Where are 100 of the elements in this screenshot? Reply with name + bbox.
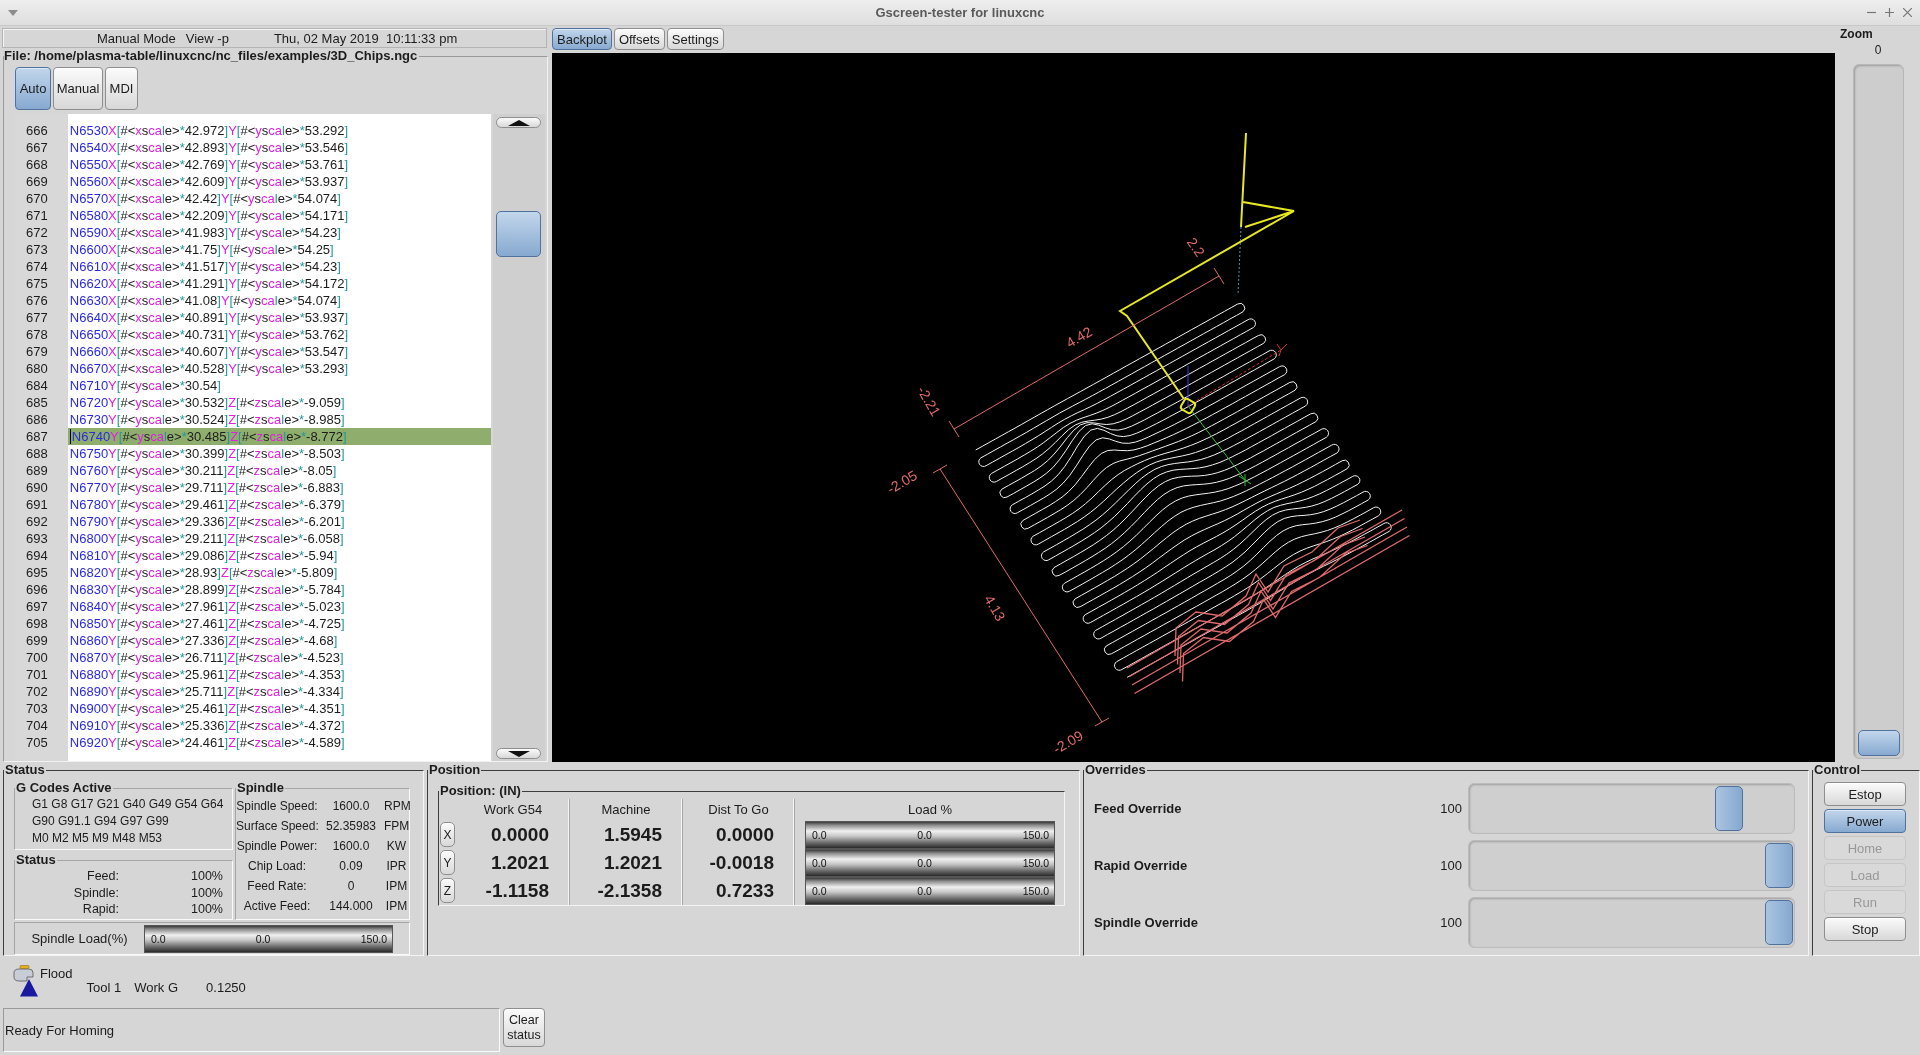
bar-max-label: 150.0	[1022, 857, 1049, 869]
clear-status-button[interactable]: Clear status	[503, 1008, 545, 1047]
code-line[interactable]: N6900Y[#<yscale>*25.461]Z[#<zscale>*-4.351]	[67, 700, 492, 717]
view-tab[interactable]: Backplot	[552, 28, 612, 50]
override-label: Spindle Override	[1093, 915, 1200, 930]
code-line[interactable]: N6550X[#<xscale>*42.769]Y[#<yscale>*53.761]	[67, 156, 492, 173]
dropdown-arrow-icon[interactable]	[8, 9, 18, 16]
code-line[interactable]: N6790Y[#<yscale>*29.336]Z[#<zscale>*-6.201]	[67, 513, 492, 530]
code-line[interactable]: N6770Y[#<yscale>*29.711]Z[#<zscale>*-6.883]	[67, 479, 492, 496]
line-number: 701	[26, 667, 48, 682]
status-label: Spindle:	[72, 884, 119, 901]
axis-button[interactable]: Z	[440, 878, 455, 903]
code-line[interactable]: N6650X[#<xscale>*40.731]Y[#<yscale>*53.762]	[67, 326, 492, 343]
spindle-label: Spindle Speed:	[236, 799, 318, 813]
file-path-label: File: /home/plasma-table/linuxcnc/nc_files/examples/3D_Chips.ngc	[4, 48, 418, 63]
code-line[interactable]: N6530X[#<xscale>*42.972]Y[#<yscale>*53.292]	[67, 122, 492, 139]
spindle-value: 1600.0	[331, 799, 371, 813]
zoom-slider-track[interactable]	[1852, 64, 1904, 759]
code-line[interactable]: N6580X[#<xscale>*42.209]Y[#<yscale>*54.171]	[67, 207, 492, 224]
mode-button[interactable]: MDI	[105, 67, 138, 110]
code-line[interactable]: N6630X[#<xscale>*41.08]Y[#<yscale>*54.074]	[67, 292, 492, 309]
dimension-label: -2.09	[1050, 727, 1086, 757]
code-line[interactable]: N6640X[#<xscale>*40.891]Y[#<yscale>*53.937]	[67, 309, 492, 326]
override-value: 100	[1439, 915, 1462, 930]
maximize-icon[interactable]	[1885, 8, 1894, 17]
spindle-load-label: Spindle Load(%)	[30, 931, 129, 946]
code-line[interactable]: N6780Y[#<yscale>*29.461]Z[#<zscale>*-6.379]	[67, 496, 492, 513]
code-line[interactable]: N6730Y[#<yscale>*30.524]Z[#<zscale>*-8.985]	[67, 411, 492, 428]
line-number: 696	[26, 582, 48, 597]
tool-label: Tool 1	[86, 980, 122, 995]
code-line[interactable]: N6670X[#<xscale>*40.528]Y[#<yscale>*53.293]	[67, 360, 492, 377]
override-slider-track[interactable]	[1468, 840, 1795, 891]
mode-button[interactable]: Auto	[15, 67, 51, 110]
view-tab[interactable]: Offsets	[613, 28, 665, 50]
code-line[interactable]: N6800Y[#<yscale>*29.211]Z[#<zscale>*-6.058]	[67, 530, 492, 547]
line-number: 705	[26, 735, 48, 750]
bar-value-label: 0.0	[917, 885, 932, 897]
dimension-label: -2.05	[884, 467, 920, 497]
code-line[interactable]: N6610X[#<xscale>*41.517]Y[#<yscale>*54.23]	[67, 258, 492, 275]
line-number: 677	[26, 310, 48, 325]
code-line[interactable]: N6600X[#<xscale>*41.75]Y[#<yscale>*54.25]	[67, 241, 492, 258]
code-line[interactable]: N6910Y[#<yscale>*25.336]Z[#<zscale>*-4.372]	[67, 717, 492, 734]
line-number: 686	[26, 412, 48, 427]
line-number: 699	[26, 633, 48, 648]
code-line[interactable]: N6870Y[#<yscale>*26.711]Z[#<zscale>*-4.523]	[67, 649, 492, 666]
status-value: 100%	[190, 884, 223, 901]
scrollbar-thumb[interactable]	[496, 211, 542, 257]
override-slider-track[interactable]	[1468, 897, 1795, 948]
override-slider-thumb[interactable]	[1714, 786, 1743, 831]
scrollbar[interactable]	[493, 114, 545, 761]
spindle-label: Active Feed:	[242, 899, 312, 913]
code-line[interactable]: N6750Y[#<yscale>*30.399]Z[#<zscale>*-8.503]	[67, 445, 492, 462]
code-line[interactable]: N6570X[#<xscale>*42.42]Y[#<yscale>*54.074]	[67, 190, 492, 207]
scroll-down-button[interactable]	[496, 748, 542, 759]
dimension-label: 2.2	[1183, 234, 1209, 260]
bar-max-label: 150.0	[1022, 829, 1049, 841]
override-slider-thumb[interactable]	[1765, 900, 1793, 945]
control-button[interactable]: Power	[1824, 809, 1906, 833]
line-number: 668	[26, 157, 48, 172]
code-line[interactable]: N6860Y[#<yscale>*27.336]Z[#<zscale>*-4.68]	[67, 632, 492, 649]
distance-to-go-value: -0.0018	[709, 852, 774, 873]
code-line[interactable]: N6760Y[#<yscale>*30.211]Z[#<zscale>*-8.05]	[67, 462, 492, 479]
line-number: 670	[26, 191, 48, 206]
control-button[interactable]: Estop	[1824, 782, 1906, 806]
code-line[interactable]: N6840Y[#<yscale>*27.961]Z[#<zscale>*-5.023]	[67, 598, 492, 615]
column-header: Load %	[907, 802, 953, 817]
bar-max-label: 150.0	[1022, 885, 1049, 897]
override-slider-track[interactable]	[1468, 783, 1795, 834]
line-number: 676	[26, 293, 48, 308]
view-tab[interactable]: Settings	[666, 28, 724, 50]
code-line[interactable]: N6710Y[#<yscale>*30.54]	[67, 377, 492, 394]
code-line[interactable]: N6920Y[#<yscale>*24.461]Z[#<zscale>*-4.589]	[67, 734, 492, 751]
spindle-value: 0	[346, 879, 356, 893]
distance-to-go-value: 0.7233	[715, 880, 774, 901]
code-line[interactable]: N6590X[#<xscale>*41.983]Y[#<yscale>*54.23]	[67, 224, 492, 241]
control-button[interactable]: Stop	[1824, 917, 1906, 941]
close-icon[interactable]	[1903, 8, 1912, 17]
code-line[interactable]: N6810Y[#<yscale>*29.086]Z[#<zscale>*-5.94]	[67, 547, 492, 564]
status-label: Feed:	[86, 868, 119, 885]
scroll-up-button[interactable]	[496, 117, 542, 128]
window-title: Gscreen-tester for linuxcnc	[875, 5, 1045, 20]
mode-label: Manual Mode	[97, 30, 176, 46]
code-line[interactable]: N6830Y[#<yscale>*28.899]Z[#<zscale>*-5.784]	[67, 581, 492, 598]
line-number: 666	[26, 123, 48, 138]
code-line[interactable]: N6540X[#<xscale>*42.893]Y[#<yscale>*53.546]	[67, 139, 492, 156]
override-slider-thumb[interactable]	[1765, 843, 1793, 888]
code-line[interactable]: N6850Y[#<yscale>*27.461]Z[#<zscale>*-4.725]	[67, 615, 492, 632]
code-line[interactable]: N6660X[#<xscale>*40.607]Y[#<yscale>*53.547]	[67, 343, 492, 360]
panel-title: Status	[5, 762, 45, 777]
line-number: 673	[26, 242, 48, 257]
code-line[interactable]: N6890Y[#<yscale>*25.711]Z[#<zscale>*-4.334]	[67, 683, 492, 700]
code-line[interactable]: N6880Y[#<yscale>*25.961]Z[#<zscale>*-4.353]	[67, 666, 492, 683]
zoom-slider-thumb[interactable]	[1857, 730, 1900, 756]
code-line[interactable]: N6560X[#<xscale>*42.609]Y[#<yscale>*53.937]	[67, 173, 492, 190]
code-line[interactable]: N6620X[#<xscale>*41.291]Y[#<yscale>*54.172]	[67, 275, 492, 292]
code-line[interactable]: N6820Y[#<yscale>*28.93]Z[#<zscale>*-5.809]	[67, 564, 492, 581]
axis-button[interactable]: X	[440, 822, 455, 847]
mode-button[interactable]: Manual	[53, 67, 103, 110]
code-line[interactable]: N6720Y[#<yscale>*30.532]Z[#<zscale>*-9.059]	[67, 394, 492, 411]
axis-button[interactable]: Y	[440, 850, 455, 875]
